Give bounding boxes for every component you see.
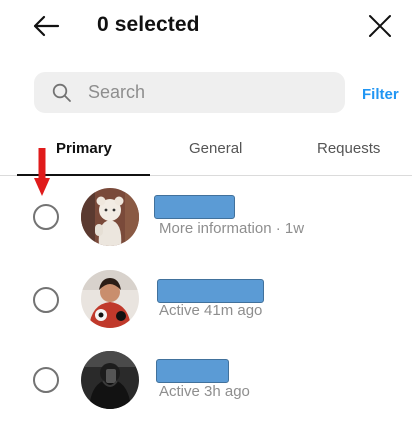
redacted-username [156, 359, 229, 383]
back-button[interactable] [30, 12, 62, 40]
header-bar: 0 selected [0, 0, 412, 52]
thread-row[interactable]: Active 3h ago [0, 344, 412, 414]
redacted-username [157, 279, 264, 303]
thread-row[interactable]: Active 41m ago [0, 263, 412, 333]
thread-row[interactable]: More information · 1w [0, 182, 412, 252]
close-icon [369, 15, 391, 37]
avatar [81, 270, 139, 328]
select-radio[interactable] [33, 367, 59, 393]
redacted-username [154, 195, 235, 219]
inbox-tabs: Primary General Requests [0, 130, 412, 176]
thread-status: Active 41m ago [159, 302, 263, 319]
select-radio[interactable] [33, 287, 59, 313]
tab-requests[interactable]: Requests [317, 140, 380, 157]
avatar [81, 351, 139, 409]
arrow-left-icon [33, 15, 60, 37]
search-bar[interactable] [34, 72, 345, 113]
thread-status: More information · 1w [159, 220, 305, 237]
select-radio[interactable] [33, 204, 59, 230]
avatar [81, 188, 139, 246]
selection-count-title: 0 selected [97, 13, 200, 36]
filter-link[interactable]: Filter [362, 86, 399, 103]
close-button[interactable] [364, 10, 396, 42]
search-icon [52, 83, 72, 103]
tab-general[interactable]: General [189, 140, 242, 157]
search-input[interactable] [88, 82, 328, 103]
thread-status: Active 3h ago [159, 383, 250, 400]
tab-primary[interactable]: Primary [56, 140, 112, 157]
